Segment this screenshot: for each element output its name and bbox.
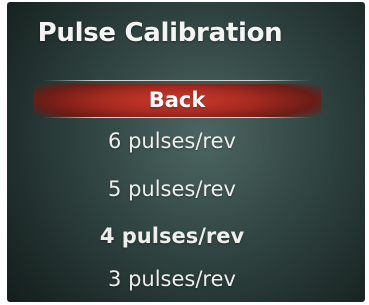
page-title: Pulse Calibration [37,18,283,48]
menu-item-6-pulses[interactable]: 6 pulses/rev [7,129,337,153]
menu-item-back[interactable]: Back [33,84,321,117]
selection-divider-bottom [43,117,311,118]
menu-item-4-pulses[interactable]: 4 pulses/rev [7,224,337,248]
device-frame: Pulse Calibration Back 6 pulses/rev 5 pu… [0,0,369,305]
menu-item-5-pulses[interactable]: 5 pulses/rev [7,177,337,201]
selection-divider-top [43,80,311,81]
device-screen: Pulse Calibration Back 6 pulses/rev 5 pu… [7,2,365,302]
menu-item-3-pulses[interactable]: 3 pulses/rev [7,267,337,291]
